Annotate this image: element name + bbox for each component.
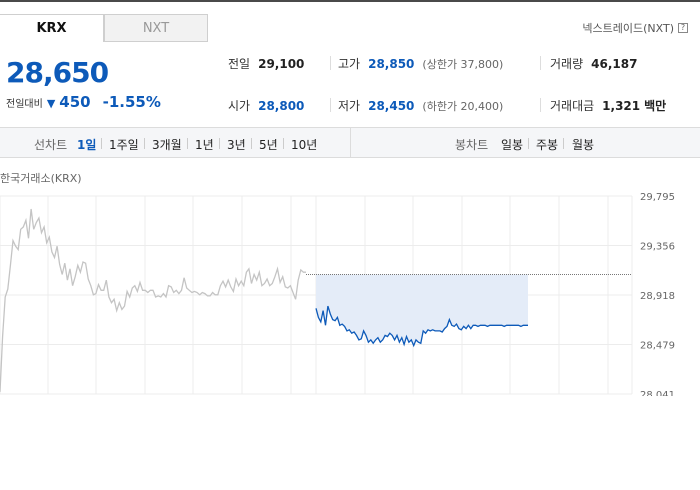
- divider: [219, 138, 220, 149]
- stat-value: 28,450: [368, 98, 415, 113]
- current-price: 28,650: [6, 56, 109, 89]
- candle-weekly[interactable]: 주봉: [536, 136, 558, 153]
- y-tick-label: 28,041: [640, 390, 675, 396]
- help-icon[interactable]: ?: [678, 23, 688, 33]
- nxt-trade-label: 넥스트레이드(NXT): [582, 22, 674, 35]
- stat-high: 고가 28,850 (상한가 37,800): [338, 55, 503, 72]
- period-1w[interactable]: 1주일: [109, 136, 139, 153]
- change-percent: -1.55%: [102, 93, 161, 111]
- top-border: [0, 0, 700, 2]
- divider: [330, 98, 331, 112]
- divider: [330, 56, 331, 70]
- divider: [540, 56, 541, 70]
- stat-label: 고가: [338, 57, 361, 71]
- candle-daily[interactable]: 일봉: [501, 136, 523, 153]
- divider: [563, 138, 564, 149]
- tab-krx[interactable]: KRX: [0, 14, 104, 42]
- stat-sub: (상한가 37,800): [422, 57, 504, 71]
- period-5y[interactable]: 5년: [259, 136, 278, 153]
- price-chart: 29,795 29,356 28,918 28,479 28,041: [0, 192, 675, 396]
- divider: [144, 138, 145, 149]
- period-1d[interactable]: 1일: [77, 136, 96, 153]
- divider: [540, 98, 541, 112]
- stat-label: 전일: [228, 57, 251, 71]
- stat-volume: 거래량 46,187: [550, 55, 637, 72]
- stat-open: 시가 28,800: [228, 97, 304, 114]
- stat-value: 46,187: [591, 56, 638, 71]
- stat-label: 저가: [338, 99, 361, 113]
- tab-nxt[interactable]: NXT: [104, 14, 208, 42]
- stat-amount: 거래대금 1,321 백만: [550, 97, 666, 114]
- price-change: 전일대비 ▼ 450 -1.55%: [6, 93, 161, 111]
- y-tick-label: 28,918: [640, 291, 675, 302]
- period-1y[interactable]: 1년: [195, 136, 214, 153]
- stat-sub: (하한가 20,400): [422, 99, 504, 113]
- y-tick-label: 28,479: [640, 341, 675, 352]
- change-label: 전일대비: [6, 99, 43, 110]
- toolbar-divider: [350, 128, 351, 157]
- candle-monthly[interactable]: 월봉: [572, 136, 594, 153]
- period-10y[interactable]: 10년: [291, 136, 317, 153]
- stat-low: 저가 28,450 (하한가 20,400): [338, 97, 503, 114]
- divider: [187, 138, 188, 149]
- stat-prev-close: 전일 29,100: [228, 55, 304, 72]
- divider: [251, 138, 252, 149]
- stat-value: 28,800: [258, 98, 305, 113]
- series-previous-day-line: [0, 208, 306, 392]
- y-tick-label: 29,795: [640, 192, 675, 203]
- period-3y[interactable]: 3년: [227, 136, 246, 153]
- stat-value: 29,100: [258, 56, 305, 71]
- period-3m[interactable]: 3개월: [152, 136, 182, 153]
- stat-value: 1,321: [602, 98, 641, 113]
- chart-toolbar: 선차트 1일 1주일 3개월 1년 3년 5년 10년 봉차트 일봉 주봉 월봉: [0, 127, 700, 158]
- stat-value: 28,850: [368, 56, 415, 71]
- nxt-trade-link[interactable]: 넥스트레이드(NXT) ?: [582, 20, 688, 36]
- divider: [101, 138, 102, 149]
- candle-chart-label: 봉차트: [455, 138, 489, 152]
- y-axis: 29,795 29,356 28,918 28,479 28,041: [640, 192, 675, 396]
- stat-label: 거래대금: [550, 99, 595, 113]
- change-value: 450: [59, 93, 91, 111]
- stat-label: 시가: [228, 99, 251, 113]
- line-chart-label: 선차트: [34, 138, 68, 152]
- y-tick-label: 29,356: [640, 242, 675, 253]
- stat-label: 거래량: [550, 57, 584, 71]
- stat-unit: 백만: [644, 99, 667, 113]
- divider: [283, 138, 284, 149]
- down-triangle-icon: ▼: [46, 97, 56, 110]
- divider: [528, 138, 529, 149]
